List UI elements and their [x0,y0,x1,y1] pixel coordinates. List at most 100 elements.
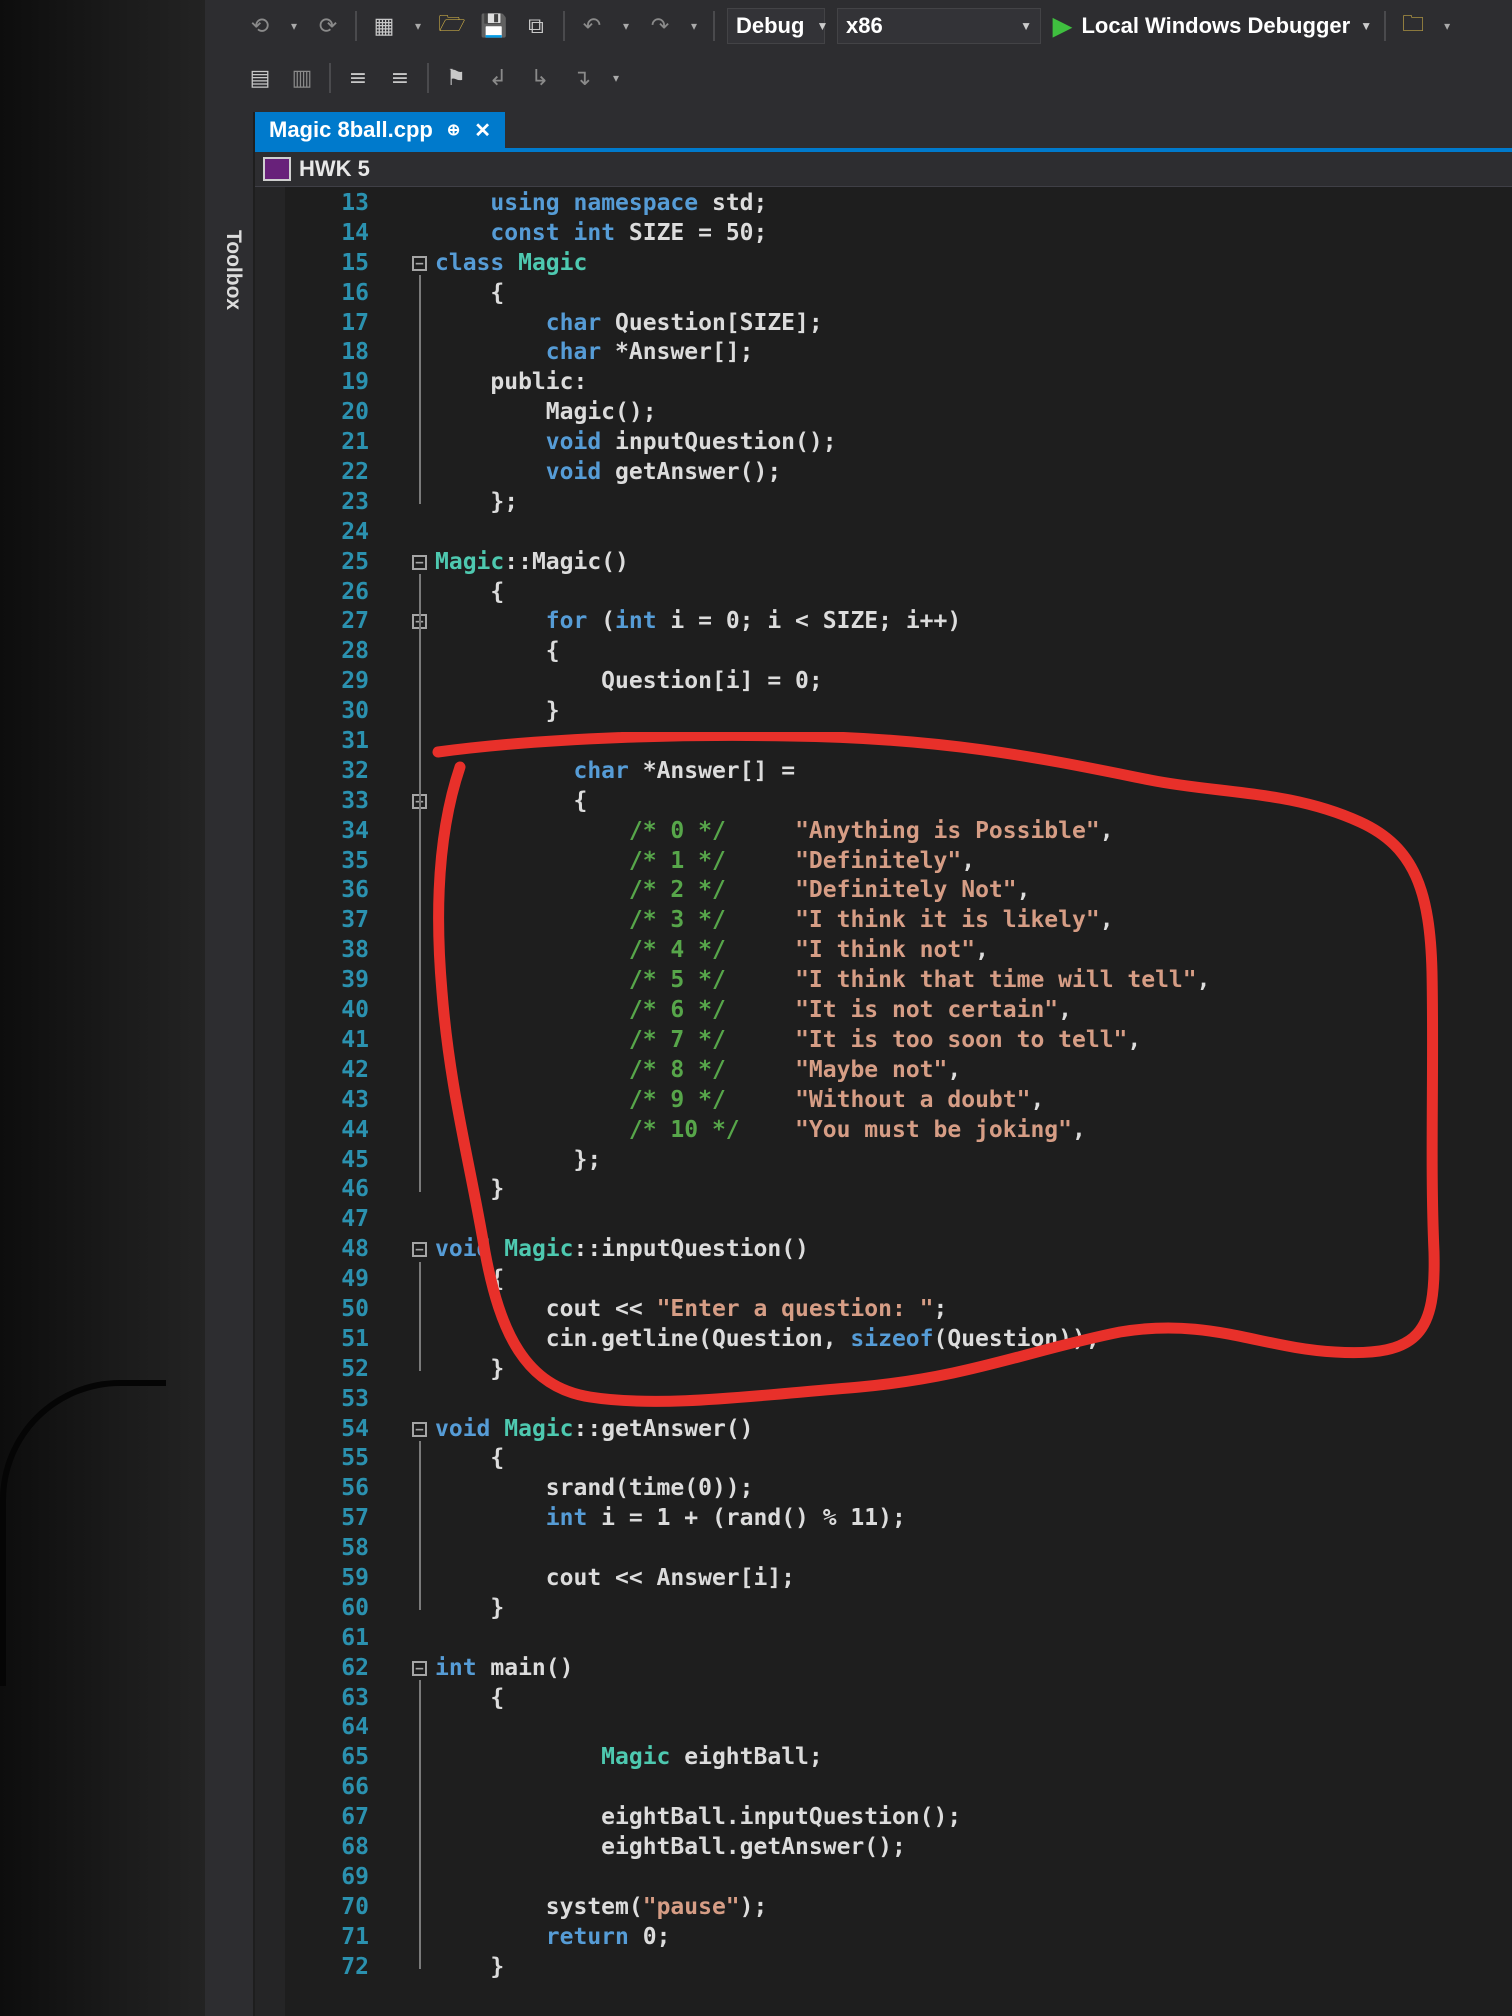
close-icon[interactable]: ✕ [474,118,491,143]
open-folder-icon[interactable]: 🗁 [437,11,467,41]
code-line[interactable]: 72 } [255,1953,1512,1983]
redo-icon[interactable]: ↷ [645,11,675,41]
code-line[interactable]: 69 [255,1863,1512,1893]
code-line[interactable]: 24 [255,518,1512,548]
code-line[interactable]: 71 return 0; [255,1923,1512,1953]
code-line[interactable]: 42 /* 8 */ "Maybe not", [255,1056,1512,1086]
code-line[interactable]: 52 } [255,1355,1512,1385]
code-line[interactable]: 55 { [255,1444,1512,1474]
code-line[interactable]: 70 system("pause"); [255,1893,1512,1923]
code-editor[interactable]: 13 using namespace std; 14 const int SIZE… [255,187,1512,2016]
code-line[interactable]: 29 Question[i] = 0; [255,667,1512,697]
pin-icon[interactable]: ⊕ [447,120,460,140]
code-line[interactable]: 21 void inputQuestion(); [255,428,1512,458]
code-line[interactable]: 37 /* 3 */ "I think it is likely", [255,906,1512,936]
code-line[interactable]: 59 cout << Answer[i]; [255,1564,1512,1594]
code-line[interactable]: 19 public: [255,368,1512,398]
code-line[interactable]: 17 char Question[SIZE]; [255,309,1512,339]
start-debugger-button[interactable]: ▶ Local Windows Debugger ▼ [1053,12,1372,41]
code-line[interactable]: 27− for (int i = 0; i < SIZE; i++) [255,607,1512,637]
code-line[interactable]: 53 [255,1385,1512,1415]
code-line[interactable]: 46 } [255,1175,1512,1205]
code-line[interactable]: 16 { [255,279,1512,309]
code-line[interactable]: 43 /* 9 */ "Without a doubt", [255,1086,1512,1116]
code-line[interactable]: 54 − void Magic::getAnswer() [255,1415,1512,1445]
code-line[interactable]: 48 − void Magic::inputQuestion() [255,1235,1512,1265]
indent-icon[interactable]: ≡ [343,63,373,93]
code-line[interactable]: 34 /* 0 */ "Anything is Possible", [255,817,1512,847]
code-line[interactable]: 22 void getAnswer(); [255,458,1512,488]
code-line[interactable]: 20 Magic(); [255,398,1512,428]
find-in-files-icon[interactable]: 🗀 [1398,11,1428,41]
undo-dropdown-icon[interactable]: ▾ [619,11,633,41]
code-line[interactable]: 23 }; [255,488,1512,518]
redo-dropdown-icon[interactable]: ▾ [687,11,701,41]
collapse-icon[interactable]: − [412,1660,427,1676]
collapse-icon[interactable]: − [412,554,427,570]
tab-magic-8ball-cpp[interactable]: Magic 8ball.cpp ⊕ ✕ [255,112,505,148]
code-line[interactable]: 58 [255,1534,1512,1564]
code-line[interactable]: 30 } [255,697,1512,727]
bookmark-icon[interactable]: ⚑ [441,63,471,93]
collapse-icon[interactable]: − [412,1242,427,1258]
platform-dropdown[interactable]: x86 ▼ [837,8,1041,44]
code-line[interactable]: 68 eightBall.getAnswer(); [255,1833,1512,1863]
code-line[interactable]: 47 [255,1205,1512,1235]
code-line[interactable]: 62 − int main() [255,1654,1512,1684]
outdent-icon[interactable]: ≡ [385,63,415,93]
toolbox-panel[interactable]: Toolbox [205,112,253,2016]
code-line[interactable]: 15 − class Magic [255,249,1512,279]
next-bookmark-icon[interactable]: ↳ [525,63,555,93]
back-dropdown-icon[interactable]: ▾ [287,11,301,41]
solution-config-dropdown[interactable]: Debug ▼ [727,8,828,44]
code-line[interactable]: 14 const int SIZE = 50; [255,219,1512,249]
code-line[interactable]: 65 Magic eightBall; [255,1743,1512,1773]
toolbar-options-icon[interactable]: ▾ [609,63,623,93]
new-project-dropdown-icon[interactable]: ▾ [411,11,425,41]
code-line[interactable]: 51 cin.getline(Question, sizeof(Question… [255,1325,1512,1355]
code-line[interactable]: 61 [255,1624,1512,1654]
uncomment-icon[interactable]: ▥ [287,63,317,93]
code-line[interactable]: 38 /* 4 */ "I think not", [255,936,1512,966]
code-line[interactable]: 25 − Magic::Magic() [255,548,1512,578]
code-token: i = 0; i < SIZE; i++) [656,608,962,635]
code-line[interactable]: 56 srand(time(0)); [255,1474,1512,1504]
code-line[interactable]: 33− { [255,787,1512,817]
code-line[interactable]: 26 { [255,578,1512,608]
new-project-icon[interactable]: ▦ [369,11,399,41]
code-line[interactable]: 39 /* 5 */ "I think that time will tell"… [255,966,1512,996]
code-line[interactable]: 57 int i = 1 + (rand() % 11); [255,1504,1512,1534]
code-line[interactable]: 13 using namespace std; [255,189,1512,219]
toolbox-label[interactable]: Toolbox [221,230,245,310]
code-line[interactable]: 49 { [255,1265,1512,1295]
code-line[interactable]: 66 [255,1773,1512,1803]
forward-icon[interactable]: ⟳ [313,11,343,41]
code-line[interactable]: 45 }; [255,1146,1512,1176]
code-line[interactable]: 28 { [255,637,1512,667]
back-icon[interactable]: ⟲ [245,11,275,41]
save-icon[interactable]: 💾 [479,11,509,41]
code-line[interactable]: 35 /* 1 */ "Definitely", [255,847,1512,877]
code-line[interactable]: 36 /* 2 */ "Definitely Not", [255,876,1512,906]
undo-icon[interactable]: ↶ [577,11,607,41]
code-line[interactable]: 40 /* 6 */ "It is not certain", [255,996,1512,1026]
toolbar-options-icon[interactable]: ▾ [1440,11,1454,41]
code-line[interactable]: 31 [255,727,1512,757]
code-line[interactable]: 44 /* 10 */ "You must be joking", [255,1116,1512,1146]
code-line[interactable]: 63 { [255,1684,1512,1714]
save-all-icon[interactable]: ⧉ [521,11,551,41]
code-line[interactable]: 32 char *Answer[] = [255,757,1512,787]
collapse-icon[interactable]: − [412,1421,427,1437]
code-line[interactable]: 18 char *Answer[]; [255,338,1512,368]
code-line[interactable]: 60 } [255,1594,1512,1624]
code-line[interactable]: 41 /* 7 */ "It is too soon to tell", [255,1026,1512,1056]
prev-bookmark-icon[interactable]: ↲ [483,63,513,93]
clear-bookmarks-icon[interactable]: ↴ [567,63,597,93]
code-line[interactable]: 50 cout << "Enter a question: "; [255,1295,1512,1325]
code-line[interactable]: 67 eightBall.inputQuestion(); [255,1803,1512,1833]
project-dropdown[interactable]: HWK 5 [299,156,370,182]
comment-icon[interactable]: ▤ [245,63,275,93]
collapse-icon[interactable]: − [412,255,427,271]
code-line[interactable]: 64 [255,1713,1512,1743]
